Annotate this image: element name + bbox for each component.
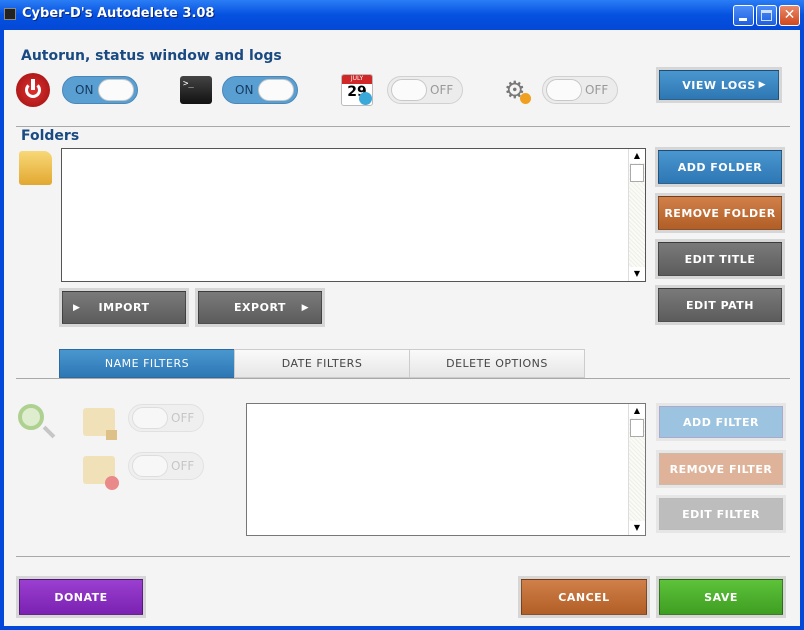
window: Cyber-D's Autodelete 3.08 ✕ Autorun, sta…	[0, 0, 804, 630]
folder-warning-toggle[interactable]: OFF	[128, 452, 204, 480]
folders-scrollbar[interactable]: ▲ ▼	[628, 149, 645, 281]
window-title: Cyber-D's Autodelete 3.08	[22, 6, 215, 21]
calendar-month: JULY	[342, 75, 372, 84]
cancel-button[interactable]: CANCEL	[521, 579, 647, 615]
edit-path-frame: EDIT PATH	[655, 285, 785, 325]
chevron-right-icon: ▶	[73, 302, 81, 313]
chevron-right-icon: ▶	[758, 80, 766, 90]
calendar-icon: JULY 29	[341, 74, 373, 106]
import-button[interactable]: ▶ IMPORT	[62, 291, 186, 324]
scroll-up-icon[interactable]: ▲	[629, 404, 645, 418]
filters-scrollbar[interactable]: ▲ ▼	[628, 404, 645, 535]
export-frame: EXPORT ▶	[195, 288, 325, 327]
divider	[16, 126, 790, 127]
scroll-thumb[interactable]	[630, 419, 644, 437]
edit-filter-button[interactable]: EDIT FILTER	[659, 498, 783, 530]
folder-icon	[19, 151, 52, 185]
gear-icon: ⚙	[504, 78, 531, 104]
power-icon	[16, 73, 50, 107]
toggle-label: OFF	[430, 83, 454, 97]
toggle-label: OFF	[171, 459, 195, 473]
title-bar: Cyber-D's Autodelete 3.08 ✕	[0, 0, 804, 30]
scroll-down-icon[interactable]: ▼	[629, 267, 645, 281]
terminal-icon: >_	[180, 76, 212, 104]
maximize-button[interactable]	[756, 5, 777, 26]
cancel-frame: CANCEL	[518, 576, 650, 618]
button-label: IMPORT	[98, 301, 150, 314]
add-filter-frame: ADD FILTER	[656, 403, 786, 441]
folders-heading: Folders	[21, 128, 80, 144]
remove-filter-button[interactable]: REMOVE FILTER	[659, 453, 783, 485]
search-icon	[18, 404, 56, 439]
toggle-knob	[391, 79, 427, 101]
toggle-label: OFF	[585, 83, 609, 97]
add-folder-button[interactable]: ADD FOLDER	[658, 150, 782, 184]
edit-title-button[interactable]: EDIT TITLE	[658, 242, 782, 276]
toggle-label: OFF	[171, 411, 195, 425]
status-window-toggle[interactable]: ON	[222, 76, 298, 104]
autorun-toggle[interactable]: ON	[62, 76, 138, 104]
filters-list[interactable]: ▲ ▼	[246, 403, 646, 536]
scroll-up-icon[interactable]: ▲	[629, 149, 645, 163]
toggle-knob	[132, 455, 168, 477]
toggle-knob	[258, 79, 294, 101]
donate-frame: DONATE	[16, 576, 146, 618]
export-button[interactable]: EXPORT ▶	[198, 291, 322, 324]
remove-folder-frame: REMOVE FOLDER	[655, 193, 785, 233]
close-button[interactable]: ✕	[779, 5, 800, 26]
scroll-thumb[interactable]	[630, 164, 644, 182]
folder-warning-icon	[83, 456, 119, 490]
edit-path-button[interactable]: EDIT PATH	[658, 288, 782, 322]
button-label: EXPORT	[234, 301, 286, 314]
toggle-label: ON	[75, 83, 94, 97]
toggle-label: ON	[235, 83, 254, 97]
edit-filter-frame: EDIT FILTER	[656, 495, 786, 533]
settings-toggle[interactable]: OFF	[542, 76, 618, 104]
tab-name-filters[interactable]: NAME FILTERS	[59, 349, 235, 378]
autorun-heading: Autorun, status window and logs	[21, 48, 282, 64]
save-frame: SAVE	[656, 576, 786, 618]
chevron-right-icon: ▶	[301, 302, 309, 313]
button-label: VIEW LOGS	[682, 78, 756, 92]
remove-filter-frame: REMOVE FILTER	[656, 450, 786, 488]
import-frame: ▶ IMPORT	[59, 288, 189, 327]
logs-toggle[interactable]: OFF	[387, 76, 463, 104]
view-logs-frame: VIEW LOGS ▶	[656, 67, 782, 103]
client-area: Autorun, status window and logs ON >_ ON…	[4, 30, 800, 626]
add-filter-button[interactable]: ADD FILTER	[659, 406, 783, 438]
edit-title-frame: EDIT TITLE	[655, 239, 785, 279]
toggle-knob	[98, 79, 134, 101]
tab-date-filters[interactable]: DATE FILTERS	[234, 349, 410, 378]
tab-delete-options[interactable]: DELETE OPTIONS	[409, 349, 585, 378]
app-icon	[4, 8, 16, 20]
view-logs-button[interactable]: VIEW LOGS ▶	[659, 70, 779, 100]
minimize-button[interactable]	[733, 5, 754, 26]
scroll-down-icon[interactable]: ▼	[629, 521, 645, 535]
donate-button[interactable]: DONATE	[19, 579, 143, 615]
save-button[interactable]: SAVE	[659, 579, 783, 615]
tab-divider	[16, 378, 790, 379]
remove-folder-button[interactable]: REMOVE FOLDER	[658, 196, 782, 230]
folder-lock-toggle[interactable]: OFF	[128, 404, 204, 432]
add-folder-frame: ADD FOLDER	[655, 147, 785, 187]
folders-list[interactable]: ▲ ▼	[61, 148, 646, 282]
folder-lock-icon	[83, 408, 117, 440]
toggle-knob	[132, 407, 168, 429]
toggle-knob	[546, 79, 582, 101]
footer-divider	[16, 556, 790, 557]
